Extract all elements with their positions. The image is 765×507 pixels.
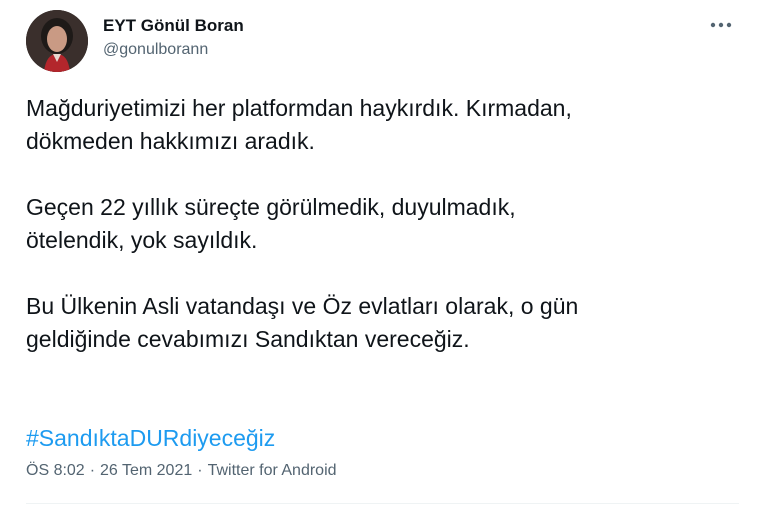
meta-separator: ·: [89, 462, 96, 479]
more-dots: [710, 22, 732, 28]
divider: [26, 503, 739, 504]
tweet-text: Mağduriyetimizi her platformdan haykırdı…: [26, 92, 746, 488]
tweet-meta: ÖS 8:02 · 26 Tem 2021 · Twitter for Android: [26, 462, 337, 480]
author-handle[interactable]: @gonulborann: [103, 41, 208, 59]
tweet-date[interactable]: 26 Tem 2021: [100, 462, 192, 479]
avatar[interactable]: [26, 10, 88, 72]
tweet: EYT Gönül Boran @gonulborann Mağduriyeti…: [0, 0, 765, 507]
tweet-source[interactable]: Twitter for Android: [208, 462, 337, 479]
hashtag-link[interactable]: #SandıktaDURdiyeceğiz: [26, 425, 275, 451]
avatar-image: [26, 10, 88, 72]
tweet-paragraph-3: Bu Ülkenin Asli vatandaşı ve Öz evlatlar…: [26, 293, 579, 352]
author-name[interactable]: EYT Gönül Boran: [103, 16, 244, 36]
tweet-time[interactable]: ÖS 8:02: [26, 462, 85, 479]
tweet-paragraph-2: Geçen 22 yıllık süreçte görülmedik, duyu…: [26, 194, 516, 253]
more-horizontal-icon[interactable]: [700, 8, 742, 42]
tweet-paragraph-1: Mağduriyetimizi her platformdan haykırdı…: [26, 95, 572, 154]
tweet-hashtag-line: #SandıktaDURdiyeceğiz: [26, 389, 746, 455]
meta-separator: ·: [197, 462, 203, 479]
